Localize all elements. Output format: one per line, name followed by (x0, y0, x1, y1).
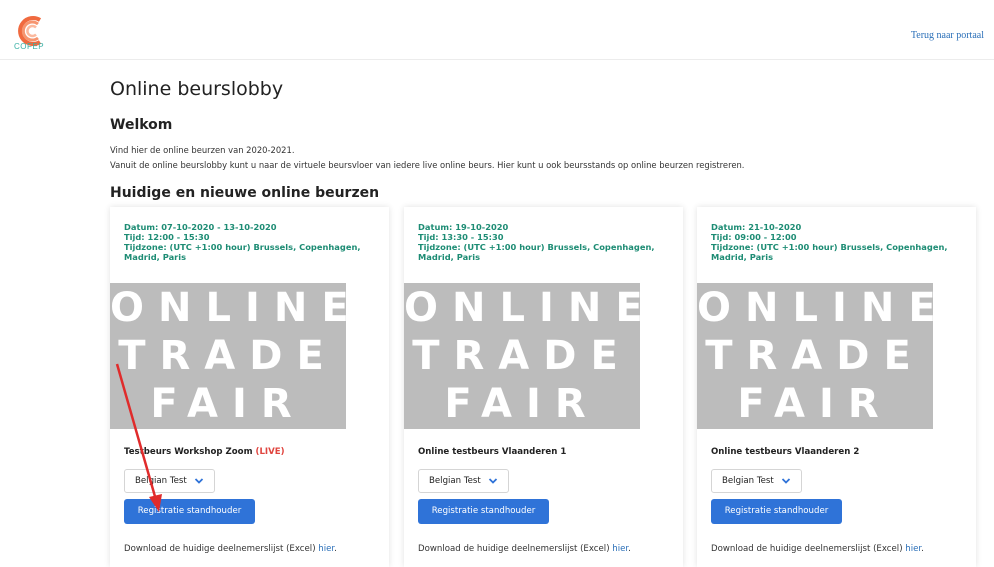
banner-line-3: FAIR (444, 381, 600, 427)
fair-time: Tijd: 13:30 - 15:30 (418, 232, 504, 242)
fair-card-2: Datum: 19-10-2020 Tijd: 13:30 - 15:30 Ti… (404, 207, 683, 567)
section-title: Huidige en nieuwe online beurzen (110, 185, 380, 201)
fair-date: Datum: 07-10-2020 - 13-10-2020 (124, 222, 277, 232)
fair-timezone: Tijdzone: (UTC +1:00 hour) Brussels, Cop… (418, 242, 655, 262)
fair-card-1: Datum: 07-10-2020 - 13-10-2020 Tijd: 12:… (110, 207, 389, 567)
download-link[interactable]: hier (612, 544, 628, 554)
download-link[interactable]: hier (318, 544, 334, 554)
top-bar: COFEP Terug naar portaal (0, 0, 994, 60)
fair-timezone: Tijdzone: (UTC +1:00 hour) Brussels, Cop… (124, 242, 361, 262)
fair-time: Tijd: 09:00 - 12:00 (711, 232, 797, 242)
fair-title-text: Online testbeurs Vlaanderen 1 (418, 447, 567, 457)
fair-select[interactable]: Belgian Test (418, 469, 509, 493)
fair-select-value: Belgian Test (722, 476, 774, 486)
banner-line-1: ONLINE (697, 285, 933, 331)
fair-banner[interactable]: ONLINE TRADE FAIR (110, 283, 346, 429)
download-participants: Download de huidige deelnemerslijst (Exc… (711, 544, 924, 554)
banner-line-2: TRADE (705, 333, 925, 379)
fair-banner[interactable]: ONLINE TRADE FAIR (697, 283, 933, 429)
download-text: Download de huidige deelnemerslijst (Exc… (418, 544, 610, 554)
fair-select-value: Belgian Test (135, 476, 187, 486)
logo-text: COFEP (14, 42, 45, 51)
fair-date: Datum: 21-10-2020 (711, 222, 802, 232)
welcome-heading: Welkom (110, 117, 173, 133)
download-participants: Download de huidige deelnemerslijst (Exc… (418, 544, 631, 554)
intro-text-2: Vanuit de online beurslobby kunt u naar … (110, 160, 745, 170)
banner-line-2: TRADE (118, 333, 338, 379)
fair-select[interactable]: Belgian Test (124, 469, 215, 493)
fair-info: Datum: 19-10-2020 Tijd: 13:30 - 15:30 Ti… (418, 222, 668, 262)
fair-date: Datum: 19-10-2020 (418, 222, 509, 232)
fair-info: Datum: 21-10-2020 Tijd: 09:00 - 12:00 Ti… (711, 222, 961, 262)
fair-title-text: Online testbeurs Vlaanderen 2 (711, 447, 860, 457)
register-exhibitor-button[interactable]: Registratie standhouder (711, 499, 842, 524)
banner-line-2: TRADE (412, 333, 632, 379)
download-text: Download de huidige deelnemerslijst (Exc… (124, 544, 316, 554)
register-exhibitor-button[interactable]: Registratie standhouder (124, 499, 255, 524)
download-link[interactable]: hier (905, 544, 921, 554)
register-exhibitor-button[interactable]: Registratie standhouder (418, 499, 549, 524)
fair-select-value: Belgian Test (429, 476, 481, 486)
chevron-down-icon (194, 478, 204, 484)
fair-info: Datum: 07-10-2020 - 13-10-2020 Tijd: 12:… (124, 222, 374, 262)
fair-title: Testbeurs Workshop Zoom (LIVE) (124, 447, 285, 457)
live-badge: (LIVE) (255, 447, 285, 457)
fair-title: Online testbeurs Vlaanderen 1 (418, 447, 566, 457)
banner-line-1: ONLINE (404, 285, 640, 331)
chevron-down-icon (488, 478, 498, 484)
download-participants: Download de huidige deelnemerslijst (Exc… (124, 544, 337, 554)
fair-time: Tijd: 12:00 - 15:30 (124, 232, 210, 242)
download-text: Download de huidige deelnemerslijst (Exc… (711, 544, 903, 554)
page-title: Online beurslobby (110, 78, 284, 100)
fair-timezone: Tijdzone: (UTC +1:00 hour) Brussels, Cop… (711, 242, 948, 262)
fair-card-3: Datum: 21-10-2020 Tijd: 09:00 - 12:00 Ti… (697, 207, 976, 567)
fair-select[interactable]: Belgian Test (711, 469, 802, 493)
banner-line-1: ONLINE (110, 285, 346, 331)
banner-line-3: FAIR (737, 381, 893, 427)
fair-banner[interactable]: ONLINE TRADE FAIR (404, 283, 640, 429)
chevron-down-icon (781, 478, 791, 484)
fair-title: Online testbeurs Vlaanderen 2 (711, 447, 859, 457)
banner-line-3: FAIR (150, 381, 306, 427)
fair-title-text: Testbeurs Workshop Zoom (124, 447, 253, 457)
intro-text-1: Vind hier de online beurzen van 2020-202… (110, 145, 295, 155)
back-to-portal-link[interactable]: Terug naar portaal (911, 30, 984, 41)
